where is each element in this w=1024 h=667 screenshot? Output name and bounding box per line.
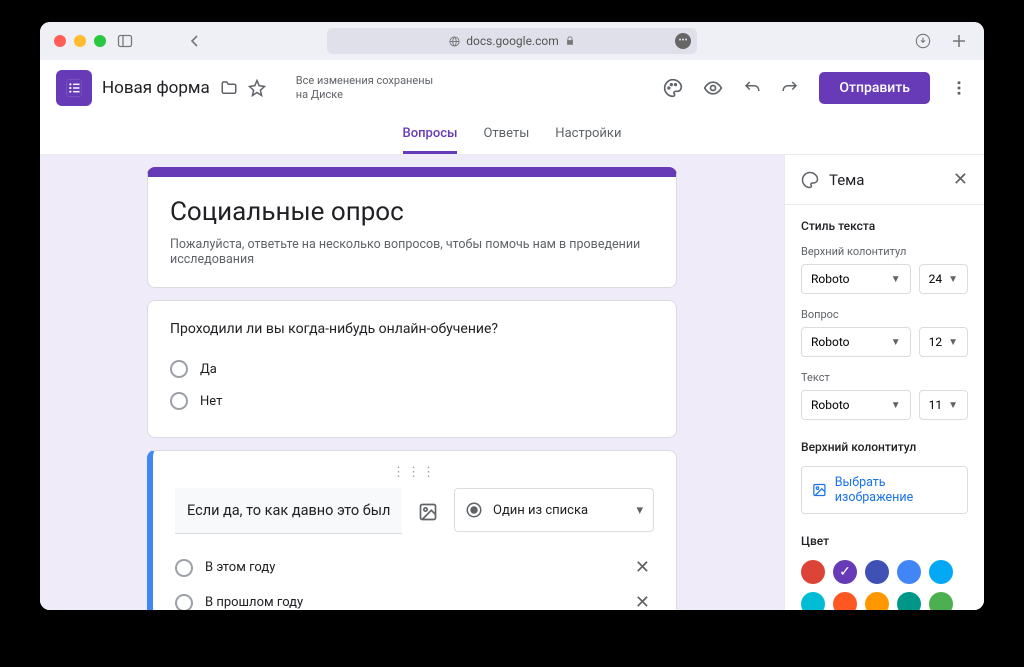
color-swatch[interactable] [897, 560, 921, 584]
form-header-card[interactable]: Социальные опрос Пожалуйста, ответьте на… [147, 167, 677, 288]
text-size-select[interactable]: 11▼ [919, 390, 968, 420]
more-menu-icon[interactable] [950, 79, 968, 97]
question-card[interactable]: Проходили ли вы когда-нибудь онлайн-обуч… [147, 300, 677, 438]
preview-icon[interactable] [703, 78, 723, 98]
form-title[interactable]: Новая форма [102, 78, 210, 98]
chevron-down-icon: ▾ [636, 503, 643, 518]
radio-option[interactable]: Да [170, 353, 654, 385]
color-swatch[interactable] [929, 560, 953, 584]
browser-titlebar: docs.google.com ••• [40, 22, 984, 60]
chevron-down-icon: ▼ [891, 400, 901, 411]
chevron-down-icon: ▼ [948, 400, 958, 411]
new-tab-icon[interactable] [948, 30, 970, 52]
form-tabs: Вопросы Ответы Настройки [40, 116, 984, 155]
text-style-heading: Стиль текста [801, 219, 968, 233]
palette-icon[interactable] [663, 78, 683, 98]
form-heading[interactable]: Социальные опрос [170, 197, 654, 227]
globe-icon [449, 36, 460, 47]
star-icon[interactable] [248, 79, 266, 97]
color-swatch[interactable]: ✓ [833, 560, 857, 584]
question-card-editing[interactable]: ⋮⋮⋮ Один из списка ▾ В этом году✕ В прош… [147, 450, 677, 610]
save-status: Все изменения сохранены на Диске [296, 74, 436, 103]
color-swatch[interactable] [801, 560, 825, 584]
radio-icon [175, 559, 193, 577]
remove-option-icon[interactable]: ✕ [631, 592, 654, 610]
palette-icon [801, 171, 819, 189]
text-font-select[interactable]: Roboto▼ [801, 390, 911, 420]
color-swatch[interactable] [865, 592, 889, 610]
theme-panel: Тема ✕ Стиль текста Верхний колонтитул R… [784, 155, 984, 610]
chevron-down-icon: ▼ [891, 274, 901, 285]
radio-icon [170, 360, 188, 378]
question-font-select[interactable]: Roboto▼ [801, 327, 911, 357]
send-button[interactable]: Отправить [819, 72, 930, 104]
chevron-down-icon: ▼ [891, 337, 901, 348]
radio-list-icon [465, 501, 483, 519]
address-bar[interactable]: docs.google.com ••• [327, 28, 697, 54]
question-type-select[interactable]: Один из списка ▾ [454, 488, 654, 532]
close-icon[interactable]: ✕ [953, 169, 968, 190]
theme-panel-title: Тема [829, 171, 864, 189]
sidebar-toggle-icon[interactable] [114, 30, 136, 52]
lock-icon [565, 36, 575, 46]
undo-icon[interactable] [743, 79, 761, 97]
folder-icon[interactable] [220, 79, 238, 97]
option-row: В прошлом году✕ [175, 585, 654, 610]
choose-image-button[interactable]: Выбрать изображение [801, 466, 968, 514]
form-description[interactable]: Пожалуйста, ответьте на несколько вопрос… [170, 237, 654, 267]
color-swatch[interactable] [897, 592, 921, 610]
header-font-select[interactable]: Roboto▼ [801, 264, 911, 294]
color-swatch[interactable] [865, 560, 889, 584]
url-text: docs.google.com [466, 34, 559, 48]
back-button[interactable] [184, 30, 206, 52]
tab-responses[interactable]: Ответы [483, 116, 529, 154]
question-title: Проходили ли вы когда-нибудь онлайн-обуч… [170, 321, 654, 337]
drag-handle-icon[interactable]: ⋮⋮⋮ [175, 465, 654, 480]
chevron-down-icon: ▼ [948, 337, 958, 348]
color-swatch[interactable] [833, 592, 857, 610]
color-swatches: ✓+ [801, 560, 968, 610]
option-row: В этом году✕ [175, 550, 654, 585]
window-controls [54, 35, 106, 47]
color-swatch[interactable] [929, 592, 953, 610]
header-size-select[interactable]: 24▼ [919, 264, 968, 294]
image-icon [812, 482, 827, 498]
app-header: Новая форма Все изменения сохранены на Д… [40, 60, 984, 116]
maximize-window-button[interactable] [94, 35, 106, 47]
form-canvas: Социальные опрос Пожалуйста, ответьте на… [40, 155, 784, 610]
close-window-button[interactable] [54, 35, 66, 47]
tab-settings[interactable]: Настройки [555, 116, 621, 154]
chevron-down-icon: ▼ [948, 274, 958, 285]
radio-icon [175, 594, 193, 611]
minimize-window-button[interactable] [74, 35, 86, 47]
site-settings-icon[interactable]: ••• [675, 33, 691, 49]
redo-icon[interactable] [781, 79, 799, 97]
color-swatch[interactable] [801, 592, 825, 610]
question-size-select[interactable]: 12▼ [919, 327, 968, 357]
forms-logo-icon[interactable] [56, 70, 92, 106]
add-image-icon[interactable] [416, 500, 440, 524]
radio-icon [170, 392, 188, 410]
radio-option[interactable]: Нет [170, 385, 654, 417]
tab-questions[interactable]: Вопросы [403, 116, 458, 154]
downloads-icon[interactable] [912, 30, 934, 52]
remove-option-icon[interactable]: ✕ [631, 557, 654, 578]
question-input[interactable] [175, 488, 402, 534]
